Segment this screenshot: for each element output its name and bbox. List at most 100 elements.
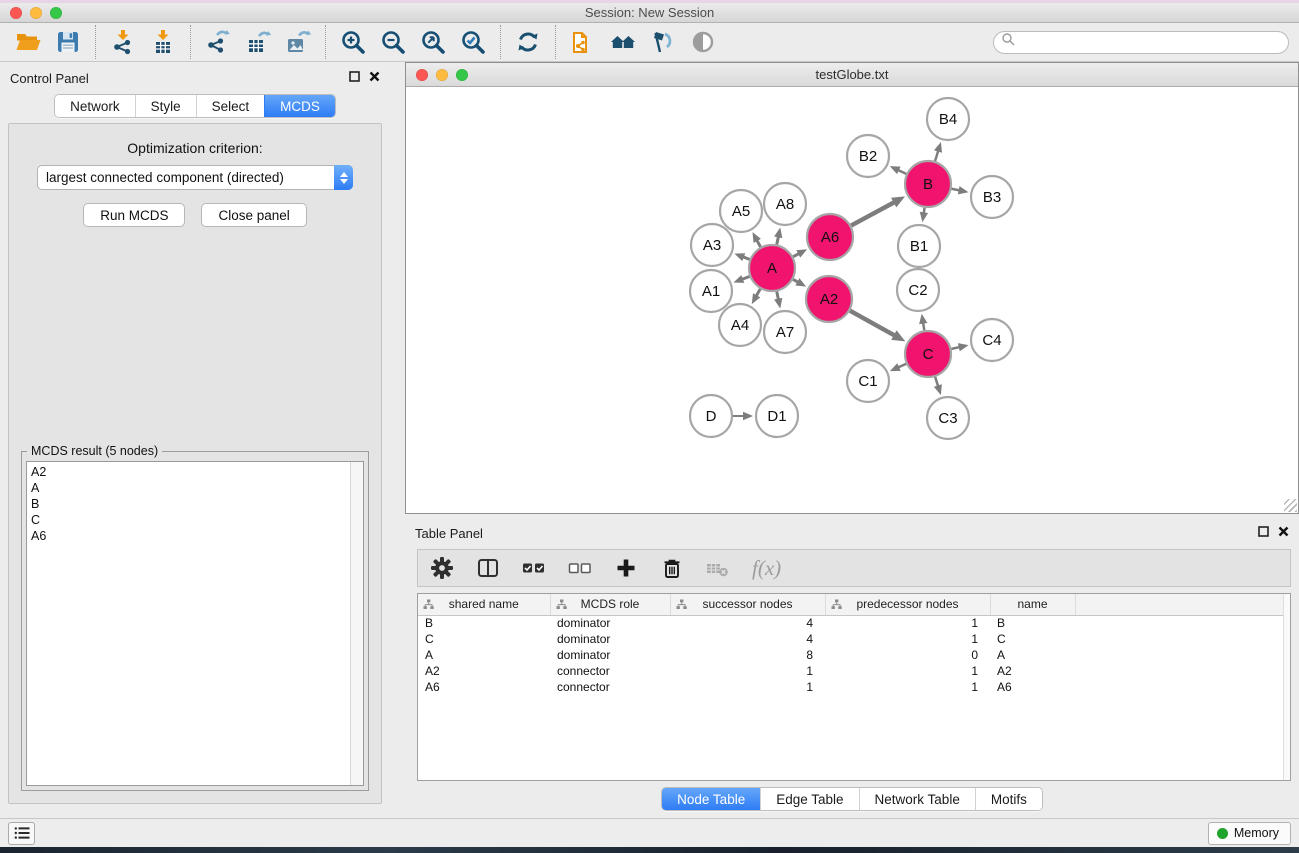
cell-successor-nodes[interactable]: 4 — [670, 631, 825, 647]
zoom-in-icon[interactable] — [337, 27, 369, 57]
search-input[interactable] — [1016, 32, 1288, 53]
float-panel-icon[interactable] — [349, 69, 360, 87]
criterion-select[interactable]: largest connected component (directed) — [37, 165, 353, 190]
graph-node-A7[interactable]: A7 — [764, 311, 806, 353]
tab-node-table[interactable]: Node Table — [662, 788, 760, 810]
float-table-panel-icon[interactable] — [1258, 524, 1269, 542]
clone-network-icon[interactable] — [567, 27, 599, 57]
mcds-result-list[interactable]: A2ABCA6 — [26, 461, 364, 786]
table-row[interactable]: A2connector11A2 — [418, 663, 1290, 679]
settings-gear-icon[interactable] — [430, 556, 454, 580]
graph-node-A5[interactable]: A5 — [720, 190, 762, 232]
graph-node-A3[interactable]: A3 — [691, 224, 733, 266]
cell-successor-nodes[interactable]: 1 — [670, 663, 825, 679]
first-neighbors-icon[interactable] — [607, 27, 639, 57]
select-all-icon[interactable] — [522, 556, 546, 580]
graph-edge-B-B4[interactable] — [935, 150, 938, 161]
tab-network[interactable]: Network — [55, 95, 135, 117]
table-row[interactable]: Bdominator41B — [418, 615, 1290, 631]
cell-predecessor-nodes[interactable]: 1 — [825, 631, 990, 647]
select-stepper-icon[interactable] — [334, 165, 353, 190]
export-image-icon[interactable] — [282, 27, 314, 57]
cell-predecessor-nodes[interactable]: 0 — [825, 647, 990, 663]
session-titlebar[interactable]: Session: New Session — [0, 3, 1299, 23]
column-header-successor-nodes[interactable]: successor nodes — [670, 594, 825, 615]
zoom-fit-icon[interactable] — [417, 27, 449, 57]
delete-row-icon[interactable] — [660, 556, 684, 580]
graph-node-A[interactable]: A — [749, 245, 795, 291]
task-history-button[interactable] — [8, 822, 35, 845]
graph-node-A8[interactable]: A8 — [764, 183, 806, 225]
tab-motifs[interactable]: Motifs — [975, 788, 1042, 810]
close-panel-button[interactable]: Close panel — [201, 203, 306, 227]
cell-predecessor-nodes[interactable]: 1 — [825, 615, 990, 631]
export-network-icon[interactable] — [202, 27, 234, 57]
close-table-panel-icon[interactable] — [1278, 524, 1289, 542]
search-field[interactable] — [993, 31, 1289, 54]
table-scrollbar[interactable] — [1283, 594, 1290, 780]
function-builder-icon[interactable]: f(x) — [752, 556, 781, 581]
graph-node-B1[interactable]: B1 — [898, 225, 940, 267]
cell-predecessor-nodes[interactable]: 1 — [825, 663, 990, 679]
result-list-scrollbar[interactable] — [350, 462, 363, 785]
mcds-result-item[interactable]: A2 — [31, 464, 363, 480]
mcds-result-item[interactable]: A — [31, 480, 363, 496]
save-session-icon[interactable] — [52, 27, 84, 57]
birds-eye-icon[interactable] — [687, 27, 719, 57]
cell-name[interactable]: B — [990, 615, 1075, 631]
zoom-out-icon[interactable] — [377, 27, 409, 57]
graph-node-A4[interactable]: A4 — [719, 304, 761, 346]
cell-predecessor-nodes[interactable]: 1 — [825, 679, 990, 695]
mcds-result-item[interactable]: B — [31, 496, 363, 512]
cell-shared-name[interactable]: C — [418, 631, 550, 647]
run-mcds-button[interactable]: Run MCDS — [83, 203, 185, 227]
graph-edge-C-C3[interactable] — [935, 377, 938, 387]
mcds-result-item[interactable]: C — [31, 512, 363, 528]
tab-style[interactable]: Style — [135, 95, 196, 117]
cell-name[interactable]: A6 — [990, 679, 1075, 695]
graph-node-B4[interactable]: B4 — [927, 98, 969, 140]
cell-mcds-role[interactable]: dominator — [550, 647, 670, 663]
open-file-icon[interactable] — [12, 27, 44, 57]
column-header-shared-name[interactable]: shared name — [418, 594, 550, 615]
cell-name[interactable]: A — [990, 647, 1075, 663]
graph-node-D1[interactable]: D1 — [756, 395, 798, 437]
graph-node-C1[interactable]: C1 — [847, 360, 889, 402]
cell-shared-name[interactable]: B — [418, 615, 550, 631]
import-table-icon[interactable] — [147, 27, 179, 57]
refresh-icon[interactable] — [512, 27, 544, 57]
graph-node-C4[interactable]: C4 — [971, 319, 1013, 361]
graph-node-B3[interactable]: B3 — [971, 176, 1013, 218]
mcds-result-item[interactable]: A6 — [31, 528, 363, 544]
cell-shared-name[interactable]: A6 — [418, 679, 550, 695]
tab-select[interactable]: Select — [196, 95, 265, 117]
delete-table-icon[interactable] — [706, 556, 730, 580]
tab-network-table[interactable]: Network Table — [859, 788, 975, 810]
graph-node-B[interactable]: B — [905, 161, 951, 207]
cell-name[interactable]: C — [990, 631, 1075, 647]
graph-node-A1[interactable]: A1 — [690, 270, 732, 312]
graph-node-A6[interactable]: A6 — [807, 214, 853, 260]
graph-node-C3[interactable]: C3 — [927, 397, 969, 439]
close-panel-icon[interactable] — [369, 69, 380, 87]
column-header-name[interactable]: name — [990, 594, 1075, 615]
cell-mcds-role[interactable]: dominator — [550, 615, 670, 631]
import-network-icon[interactable] — [107, 27, 139, 57]
table-row[interactable]: A6connector11A6 — [418, 679, 1290, 695]
graph-node-C[interactable]: C — [905, 331, 951, 377]
zoom-selected-icon[interactable] — [457, 27, 489, 57]
cell-shared-name[interactable]: A2 — [418, 663, 550, 679]
graph-node-D[interactable]: D — [690, 395, 732, 437]
graph-edge-A6-B[interactable] — [851, 202, 895, 226]
cell-mcds-role[interactable]: connector — [550, 679, 670, 695]
export-table-icon[interactable] — [242, 27, 274, 57]
node-table[interactable]: shared nameMCDS rolesuccessor nodesprede… — [417, 593, 1291, 781]
resize-grip[interactable] — [1284, 499, 1297, 512]
column-header-predecessor-nodes[interactable]: predecessor nodes — [825, 594, 990, 615]
graph-node-B2[interactable]: B2 — [847, 135, 889, 177]
cell-name[interactable]: A2 — [990, 663, 1075, 679]
cell-successor-nodes[interactable]: 4 — [670, 615, 825, 631]
memory-button[interactable]: Memory — [1208, 822, 1291, 845]
cell-mcds-role[interactable]: dominator — [550, 631, 670, 647]
show-column-icon[interactable] — [476, 556, 500, 580]
